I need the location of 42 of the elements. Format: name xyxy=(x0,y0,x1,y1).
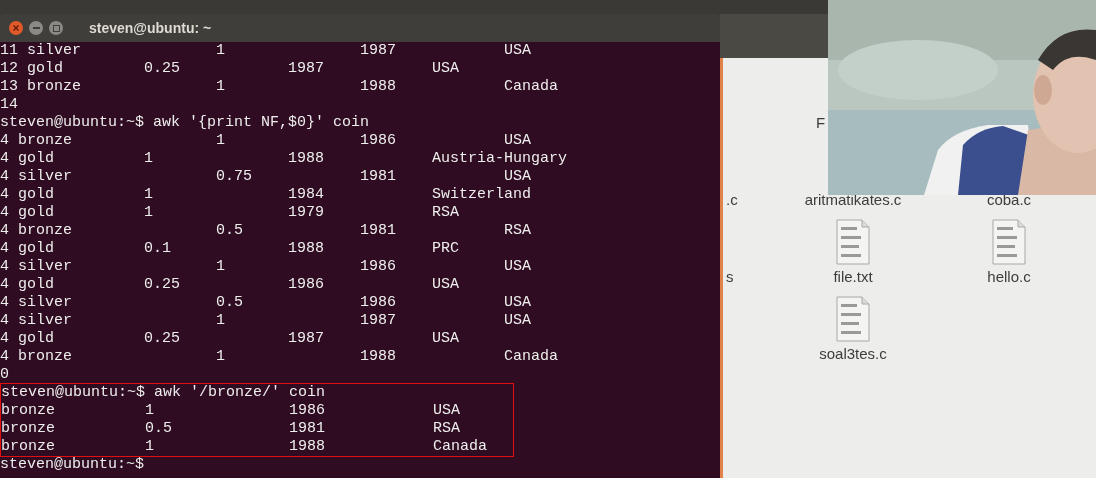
file-name[interactable]: hello.c xyxy=(987,268,1031,286)
terminal-line: 4 silver 0.75 1981 USA xyxy=(0,168,532,186)
file-name[interactable]: file.txt xyxy=(833,268,873,286)
terminal-line: 4 gold 0.1 1988 PRC xyxy=(0,240,460,258)
close-icon xyxy=(13,25,19,31)
terminal-line: 4 silver 1 1987 USA xyxy=(0,312,532,330)
window-title: steven@ubuntu: ~ xyxy=(89,18,212,38)
terminal-line: 4 bronze 0.5 1981 RSA xyxy=(0,222,532,240)
terminal-line: 4 gold 1 1984 Switzerland xyxy=(0,186,532,204)
file-name[interactable]: coba.c xyxy=(986,191,1032,209)
minimize-button[interactable] xyxy=(29,21,43,35)
terminal-line: bronze 1 1986 USA xyxy=(1,402,461,420)
minimize-icon xyxy=(32,27,40,29)
terminal-line: 4 gold 1 1988 Austria-Hungary xyxy=(0,150,568,168)
terminal-line: 4 gold 1 1979 RSA xyxy=(0,204,460,222)
text-file-icon xyxy=(992,219,1026,265)
terminal-line: 12 gold 0.25 1987 USA xyxy=(0,60,460,78)
terminal-line: 14 xyxy=(0,96,18,114)
terminal-line: steven@ubuntu:~$ xyxy=(0,456,145,474)
terminal-line: 13 bronze 1 1988 Canada xyxy=(0,78,559,96)
terminal-line: 11 silver 1 1987 USA xyxy=(0,42,532,60)
terminal-line: 4 silver 0.5 1986 USA xyxy=(0,294,532,312)
terminal-line: 4 silver 1 1986 USA xyxy=(0,258,532,276)
maximize-icon xyxy=(52,24,60,32)
terminal-line: 4 gold 0.25 1987 USA xyxy=(0,330,460,348)
file-name[interactable]: aritmatikates.c xyxy=(804,191,902,209)
file-name[interactable]: s xyxy=(723,268,734,286)
terminal-line: 4 gold 0.25 1986 USA xyxy=(0,276,460,294)
terminal-line: steven@ubuntu:~$ awk '{print NF,$0}' coin xyxy=(0,114,370,132)
terminal-line: bronze 1 1988 Canada xyxy=(1,438,488,456)
maximize-button[interactable] xyxy=(49,21,63,35)
terminal-line: 4 bronze 1 1988 Canada xyxy=(0,348,559,366)
file-name[interactable]: F xyxy=(816,114,826,132)
text-file-icon xyxy=(836,296,870,342)
close-button[interactable] xyxy=(9,21,23,35)
terminal-line: bronze 0.5 1981 RSA xyxy=(1,420,461,438)
terminal-line: 0 xyxy=(0,366,9,384)
text-file-icon xyxy=(836,219,870,265)
terminal-line: steven@ubuntu:~$ awk '/bronze/' coin xyxy=(1,384,326,402)
file-name[interactable]: soal3tes.c xyxy=(819,345,887,363)
file-name[interactable]: .c xyxy=(723,191,738,209)
terminal-line: 4 bronze 1 1986 USA xyxy=(0,132,532,150)
